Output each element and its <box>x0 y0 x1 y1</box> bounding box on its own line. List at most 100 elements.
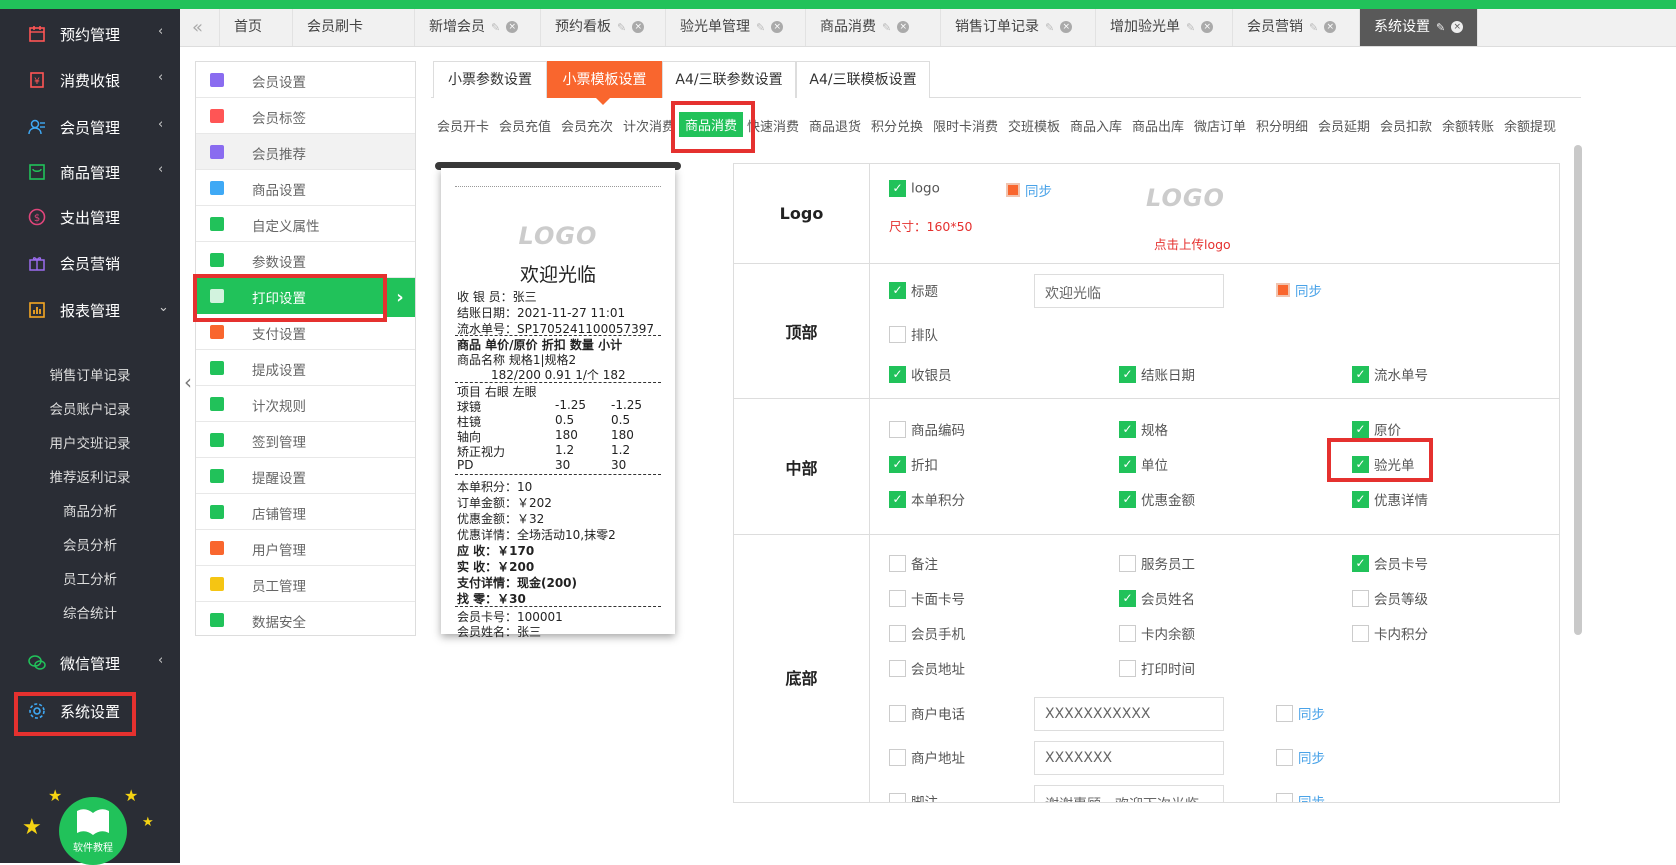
category-tab[interactable]: 商品入库 <box>1070 116 1122 135</box>
serial-checkbox[interactable]: ✓ 流水单号 <box>1352 364 1428 384</box>
title-input[interactable]: 欢迎光临 <box>1034 274 1224 308</box>
menu-item[interactable]: 会员标签 <box>196 98 415 134</box>
menu-item[interactable]: 员工管理 <box>196 566 415 602</box>
tab-sales-orders[interactable]: 销售订单记录 ✎ × <box>941 9 1096 46</box>
logo-checkbox[interactable]: ✓ logo <box>889 180 940 197</box>
sidebar-subitem[interactable]: 会员账户记录 <box>0 398 180 418</box>
logo-upload-link[interactable]: 点击上传logo <box>1154 234 1231 253</box>
category-tab[interactable]: 会员充次 <box>561 116 613 135</box>
tab-a4-params[interactable]: A4/三联参数设置 <box>662 61 796 98</box>
phone-sync-checkbox[interactable]: 同步 <box>1276 703 1325 723</box>
card-points-checkbox[interactable]: 卡内积分 <box>1352 623 1428 643</box>
menu-item[interactable]: 店铺管理 <box>196 494 415 530</box>
category-tab[interactable]: 计次消费 <box>623 116 675 135</box>
sidebar-item-appointment[interactable]: 预约管理 ‹ <box>0 14 180 54</box>
category-tab[interactable]: 余额提现 <box>1504 116 1556 135</box>
store-phone-checkbox[interactable]: 商户电话 <box>889 703 965 723</box>
tab-receipt-params[interactable]: 小票参数设置 <box>433 61 547 98</box>
category-tab[interactable]: 交班模板 <box>1008 116 1060 135</box>
remark-checkbox[interactable]: 备注 <box>889 553 938 573</box>
category-tab[interactable]: 会员延期 <box>1318 116 1370 135</box>
face-card-checkbox[interactable]: 卡面卡号 <box>889 588 965 608</box>
pin-icon[interactable]: ✎ <box>617 21 626 34</box>
tab-add-optometry[interactable]: 增加验光单 ✎ × <box>1096 9 1233 46</box>
sidebar-item-wechat[interactable]: 微信管理 ‹ <box>0 643 180 683</box>
category-tab[interactable]: 商品退货 <box>809 116 861 135</box>
title-checkbox[interactable]: ✓ 标题 <box>889 280 938 300</box>
sidebar-item-goods[interactable]: 商品管理 ‹ <box>0 152 180 192</box>
unit-checkbox[interactable]: ✓ 单位 <box>1119 454 1168 474</box>
member-address-checkbox[interactable]: 会员地址 <box>889 658 965 678</box>
category-tab[interactable]: 积分兑换 <box>871 116 923 135</box>
pin-icon[interactable]: ✎ <box>756 21 765 34</box>
category-tab[interactable]: 积分明细 <box>1256 116 1308 135</box>
tab-optometry[interactable]: 验光单管理 ✎ × <box>666 9 806 46</box>
staff-checkbox[interactable]: 服务员工 <box>1119 553 1195 573</box>
sidebar-subitem[interactable]: 用户交班记录 <box>0 432 180 452</box>
queue-checkbox[interactable]: 排队 <box>889 324 938 344</box>
menu-item[interactable]: 会员设置 <box>196 62 415 98</box>
discount-checkbox[interactable]: ✓ 折扣 <box>889 454 938 474</box>
collapse-left-icon[interactable]: ‹ <box>184 370 192 394</box>
category-tab[interactable]: 商品出库 <box>1132 116 1184 135</box>
member-level-checkbox[interactable]: 会员等级 <box>1352 588 1428 608</box>
menu-item[interactable]: 用户管理 <box>196 530 415 566</box>
close-icon[interactable]: × <box>1201 21 1214 33</box>
pin-icon[interactable]: ✎ <box>1309 21 1318 34</box>
close-icon[interactable]: × <box>506 21 519 33</box>
card-balance-checkbox[interactable]: 卡内余额 <box>1119 623 1195 643</box>
sidebar-item-marketing[interactable]: 会员营销 <box>0 243 180 283</box>
logo-sync-checkbox[interactable]: 同步 <box>1006 180 1052 200</box>
print-time-checkbox[interactable]: 打印时间 <box>1119 658 1195 678</box>
menu-item[interactable]: 商品设置 <box>196 170 415 206</box>
tutorial-button[interactable]: 软件教程 <box>59 797 127 865</box>
menu-item[interactable]: 参数设置 <box>196 242 415 278</box>
spec-checkbox[interactable]: ✓ 规格 <box>1119 419 1168 439</box>
store-phone-input[interactable]: XXXXXXXXXXX <box>1034 697 1224 731</box>
tab-system-settings[interactable]: 系统设置 ✎ × <box>1360 9 1478 46</box>
address-sync-checkbox[interactable]: 同步 <box>1276 747 1325 767</box>
category-tab[interactable]: 微店订单 <box>1194 116 1246 135</box>
close-icon[interactable]: × <box>897 21 910 33</box>
member-name-checkbox[interactable]: ✓ 会员姓名 <box>1119 588 1195 608</box>
tab-a4-template[interactable]: A4/三联模板设置 <box>796 61 930 98</box>
footer-checkbox[interactable]: 脚注 <box>889 791 938 802</box>
sidebar-item-expense[interactable]: $ 支出管理 <box>0 197 180 237</box>
member-phone-checkbox[interactable]: 会员手机 <box>889 623 965 643</box>
close-icon[interactable]: × <box>1324 21 1337 33</box>
pin-icon[interactable]: ✎ <box>491 21 500 34</box>
menu-item[interactable]: 自定义属性 <box>196 206 415 242</box>
store-address-checkbox[interactable]: 商户地址 <box>889 747 965 767</box>
sidebar-subitem[interactable]: 商品分析 <box>0 500 180 520</box>
menu-item[interactable]: 计次规则 <box>196 386 415 422</box>
pin-icon[interactable]: ✎ <box>1436 21 1445 34</box>
points-checkbox[interactable]: ✓ 本单积分 <box>889 489 965 509</box>
close-icon[interactable]: × <box>1451 21 1464 33</box>
sidebar-subitem[interactable]: 推荐返利记录 <box>0 466 180 486</box>
category-tab[interactable]: 会员扣款 <box>1380 116 1432 135</box>
sidebar-item-reports[interactable]: 报表管理 ⌄ <box>0 290 180 330</box>
category-tab[interactable]: 会员充值 <box>499 116 551 135</box>
menu-item[interactable]: 提成设置 <box>196 350 415 386</box>
sidebar-subitem[interactable]: 销售订单记录 <box>0 364 180 384</box>
close-icon[interactable]: × <box>632 21 645 33</box>
original-price-checkbox[interactable]: ✓ 原价 <box>1352 419 1401 439</box>
menu-item[interactable]: 数据安全 <box>196 602 415 638</box>
title-sync-checkbox[interactable]: 同步 <box>1276 280 1322 300</box>
menu-item[interactable]: 会员推荐 <box>196 134 415 170</box>
pin-icon[interactable]: ✎ <box>1186 21 1195 34</box>
close-icon[interactable]: × <box>1060 21 1073 33</box>
footer-sync-checkbox[interactable]: 同步 <box>1276 791 1325 802</box>
tab-card-swipe[interactable]: 会员刷卡 <box>293 9 415 46</box>
sidebar-item-members[interactable]: 会员管理 ‹ <box>0 107 180 147</box>
tab-marketing[interactable]: 会员营销 ✎ × <box>1233 9 1360 46</box>
tab-scroll-left[interactable]: « <box>180 9 220 46</box>
pin-icon[interactable]: ✎ <box>882 21 891 34</box>
category-tab[interactable]: 限时卡消费 <box>933 116 998 135</box>
pin-icon[interactable]: ✎ <box>1045 21 1054 34</box>
tab-receipt-template[interactable]: 小票模板设置 <box>547 61 662 98</box>
sidebar-subitem[interactable]: 会员分析 <box>0 534 180 554</box>
menu-item[interactable]: 提醒设置 <box>196 458 415 494</box>
date-checkbox[interactable]: ✓ 结账日期 <box>1119 364 1195 384</box>
close-icon[interactable]: × <box>771 21 784 33</box>
